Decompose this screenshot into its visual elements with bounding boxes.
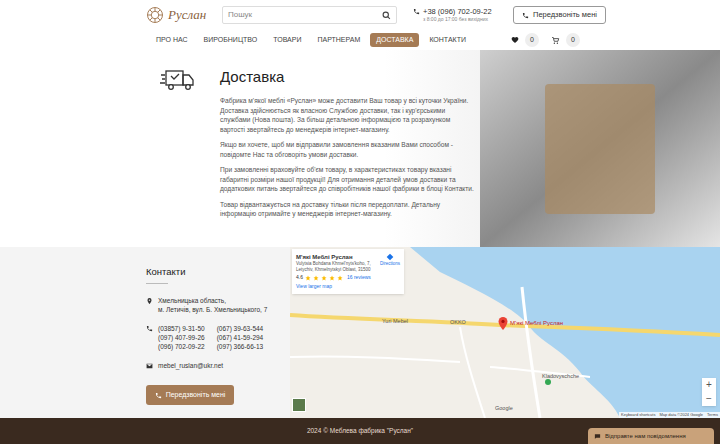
map-satellite-toggle[interactable] bbox=[292, 398, 306, 412]
contact-phone[interactable]: (067) 41-59-294 bbox=[217, 333, 264, 342]
delivery-content: Доставка Фабрика м'якої меблі «Руслан» мо… bbox=[220, 68, 475, 247]
contacts-email: mebel_ruslan@ukr.net bbox=[146, 361, 290, 371]
footer-text: 2024 © Меблева фабрика "Руслан" bbox=[307, 426, 413, 436]
map-pin-icon bbox=[498, 317, 508, 330]
contacts-callback-button[interactable]: Передзвоніть мені bbox=[146, 385, 234, 405]
nav-item[interactable]: ТОВАРИ bbox=[267, 33, 307, 48]
star-icon bbox=[321, 275, 327, 281]
search-placeholder: Пошук bbox=[228, 9, 252, 21]
chat-widget[interactable]: Відправте нам повідомлення bbox=[588, 428, 714, 444]
zoom-out-button[interactable]: − bbox=[706, 392, 712, 406]
map-pin[interactable]: М'які Меблі Руслан bbox=[498, 317, 563, 330]
contacts-section: Контакти Хмельницька область,м. Летичів, … bbox=[0, 247, 720, 418]
delivery-paragraph: Фабрика м'якої меблі «Руслан» може доста… bbox=[220, 96, 475, 134]
star-icon bbox=[337, 275, 343, 281]
delivery-paragraph: Товар відвантажується на доставку тільки… bbox=[220, 200, 475, 219]
map-card-reviews[interactable]: 16 reviews bbox=[347, 274, 371, 282]
phone-icon bbox=[522, 12, 529, 19]
delivery-paragraph: При замовленні враховуйте об'єм товару, … bbox=[220, 165, 475, 194]
map-card-larger-map[interactable]: View larger map bbox=[296, 283, 400, 291]
nav-item[interactable]: ВИРОБНИЦТВО bbox=[198, 33, 264, 48]
wishlist-count: 0 bbox=[525, 33, 539, 47]
phone-block: +38 (096) 702-09-22з 8:00 до 17:00 без в… bbox=[413, 7, 495, 23]
map-label: Kladovyschche bbox=[542, 372, 579, 380]
chat-label: Відправте нам повідомлення bbox=[605, 432, 686, 441]
map-label: Yuri Mebel bbox=[382, 317, 408, 325]
contact-phone[interactable]: (096) 702-09-22 bbox=[158, 342, 205, 351]
delivery-title: Доставка bbox=[220, 68, 475, 86]
phone-icon bbox=[155, 392, 162, 399]
map-info-card: М'які Меблі РусланVulytsia Bohdana Khmel… bbox=[292, 249, 404, 294]
contact-phone[interactable]: (03857) 9-31-50 bbox=[158, 324, 205, 333]
map-attribution: Keyboard shortcutsMap data ©2024 GoogleT… bbox=[619, 412, 720, 418]
cart-icon[interactable] bbox=[551, 36, 560, 45]
contacts-panel: Контакти Хмельницька область,м. Летичів, … bbox=[0, 247, 290, 418]
delivery-section: Доставка Фабрика м'якої меблі «Руслан» мо… bbox=[0, 50, 720, 247]
phone-icon bbox=[146, 325, 153, 332]
map-label: OKKO bbox=[450, 318, 466, 326]
zoom-in-button[interactable]: + bbox=[706, 378, 712, 392]
map-zoom-control: +− bbox=[702, 378, 716, 406]
search-field[interactable]: Пошук bbox=[222, 6, 397, 24]
delivery-paragraph: Якщо ви хочете, щоб ми відправили замовл… bbox=[220, 140, 475, 159]
contact-phone[interactable]: (067) 39-63-544 bbox=[217, 324, 264, 333]
search-icon[interactable] bbox=[382, 11, 391, 20]
directions-icon[interactable] bbox=[386, 253, 394, 261]
map-card-rating: 4.6 bbox=[296, 274, 303, 282]
star-icon bbox=[305, 275, 311, 281]
contact-phone[interactable]: (097) 407-99-26 bbox=[158, 333, 205, 342]
cart-count: 0 bbox=[566, 33, 580, 47]
contacts-phones: (03857) 9-31-50 (067) 39-63-544 (097) 407-… bbox=[146, 324, 290, 351]
heart-icon[interactable] bbox=[511, 36, 519, 44]
contact-email[interactable]: mebel_ruslan@ukr.net bbox=[158, 361, 223, 371]
map-pin-label: М'які Меблі Руслан bbox=[510, 319, 563, 328]
nav-item[interactable]: КОНТАКТИ bbox=[423, 33, 472, 48]
map-card-name: М'які Меблі Руслан bbox=[296, 253, 376, 261]
contacts-address: Хмельницька область,м. Летичів, вул. Б. … bbox=[146, 296, 290, 314]
star-icon bbox=[313, 275, 319, 281]
map-label: Google bbox=[495, 404, 513, 412]
chat-icon bbox=[594, 433, 601, 440]
map[interactable]: М'які Меблі РусланVulytsia Bohdana Khmel… bbox=[290, 247, 720, 418]
delivery-truck-icon bbox=[160, 68, 196, 92]
nav-bar: ПРО НАС ВИРОБНИЦТВОТОВАРИ ПАРТНЕРАМ ДОСТАВК… bbox=[150, 30, 580, 50]
contacts-title: Контакти bbox=[146, 265, 290, 279]
phone-icon bbox=[413, 8, 420, 15]
logo-text: Руслан bbox=[168, 5, 206, 25]
location-icon bbox=[146, 297, 153, 305]
mail-icon bbox=[146, 363, 153, 369]
page: Руслан Пошук +38 (096) 702-09-22з 8:00 до … bbox=[0, 0, 720, 444]
header-callback-button[interactable]: Передзвоніть мені bbox=[513, 6, 606, 24]
nav-item[interactable]: ПРО НАС bbox=[150, 33, 194, 48]
header-hours: з 8:00 до 17:00 без вихідних bbox=[423, 16, 492, 23]
nav-item[interactable]: ДОСТАВКА bbox=[370, 33, 419, 48]
contact-phone[interactable]: (097) 366-66-13 bbox=[217, 342, 264, 351]
star-icon bbox=[329, 275, 335, 281]
logo[interactable]: Руслан bbox=[146, 5, 214, 25]
header: Руслан Пошук +38 (096) 702-09-22з 8:00 до … bbox=[146, 0, 606, 30]
map-card-address: Vulytsia Bohdana Khmel'nyts'koho, 7, Let… bbox=[296, 261, 376, 273]
delivery-photo bbox=[480, 50, 720, 247]
logo-ornament-icon bbox=[146, 6, 164, 24]
nav-item[interactable]: ПАРТНЕРАМ bbox=[311, 33, 366, 48]
header-phone[interactable]: +38 (096) 702-09-22 bbox=[423, 7, 492, 16]
map-card-directions[interactable]: Directions bbox=[380, 261, 400, 268]
